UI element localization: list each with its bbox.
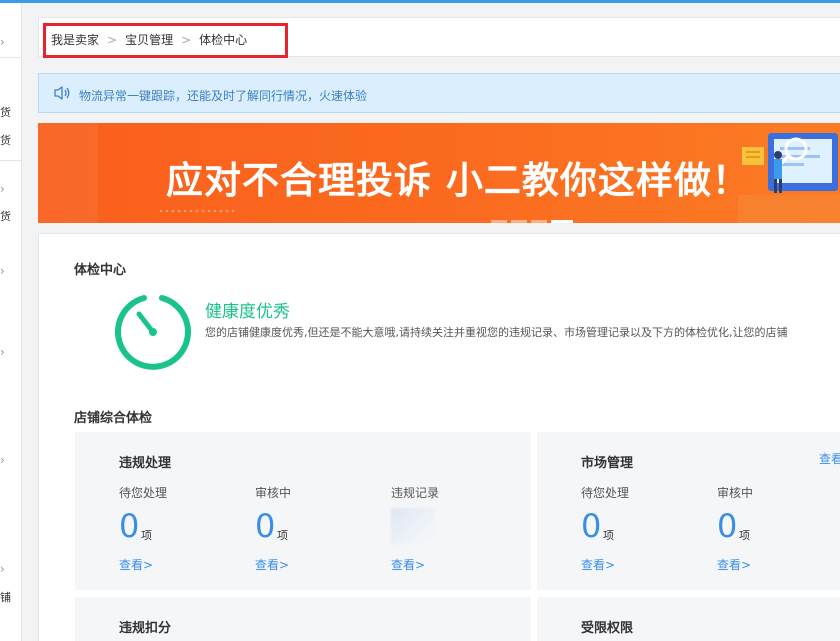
stat-label: 审核中: [717, 486, 754, 500]
market-panel: 市场管理 查看 待您处理 0 项 查看> 审核中 0 项 查看>: [537, 432, 840, 590]
promo-banner[interactable]: 应对不合理投诉 小二教你这样做！: [38, 123, 840, 223]
health-status: 健康度优秀: [205, 302, 290, 322]
slide-indicators: [491, 208, 577, 223]
violation-title: 违规处理: [119, 456, 172, 471]
violation-pending-stat: 待您处理 0 项 查看>: [119, 484, 168, 572]
slide-indicator[interactable]: [531, 220, 547, 223]
section-title-inspection: 店铺综合体检: [74, 411, 153, 426]
top-accent-line: [0, 0, 840, 3]
chevron-right-icon[interactable]: ›: [0, 346, 5, 358]
banner-dots-decoration: [158, 209, 236, 213]
sidebar-item-label[interactable]: 铺: [0, 592, 11, 604]
slide-indicator-active[interactable]: [551, 220, 573, 223]
chevron-right-icon[interactable]: ›: [0, 563, 5, 575]
chevron-right-icon[interactable]: ›: [0, 36, 5, 48]
stat-label: 违规记录: [391, 486, 440, 500]
banner-title: 应对不合理投诉 小二教你这样做！: [166, 159, 750, 202]
stat-value: 0: [581, 507, 602, 545]
chevron-right-icon[interactable]: ›: [0, 454, 5, 466]
market-view-link[interactable]: 查看: [819, 450, 840, 467]
market-pending-stat: 待您处理 0 项 查看>: [581, 484, 630, 572]
violation-record-stat: 违规记录 查看>: [391, 484, 440, 572]
sidebar-item-label[interactable]: 货: [0, 135, 11, 147]
restriction-title: 受限权限: [581, 621, 634, 636]
deduction-title: 违规扣分: [119, 621, 172, 636]
restriction-panel: 受限权限: [537, 597, 840, 641]
stat-value: 0: [717, 507, 738, 545]
banner-illustration: [738, 133, 840, 223]
health-description: 您的店铺健康度优秀,但还是不能大意哦,请持续关注并重视您的违规记录、市场管理记录…: [205, 326, 788, 339]
notice-bar[interactable]: 物流异常一键跟踪，还能及时了解同行情况，火速体验: [38, 73, 840, 113]
slide-indicator[interactable]: [491, 220, 507, 223]
blurred-value: [391, 508, 435, 544]
highlight-box: [43, 23, 288, 58]
health-check-card: 体检中心 健康度优秀 您的店铺健康度优秀,但还是不能大意哦,请持续关注并重视您的…: [38, 233, 840, 641]
violation-review-stat: 审核中 0 项 查看>: [255, 484, 292, 572]
violation-panel: 违规处理 待您处理 0 项 查看> 审核中 0 项 查看> 违规记录 查看>: [75, 432, 531, 590]
chevron-right-icon[interactable]: ›: [0, 183, 5, 195]
health-gauge-icon: [115, 295, 191, 370]
chevron-right-icon[interactable]: ›: [0, 265, 5, 277]
stat-label: 审核中: [255, 486, 292, 500]
deduction-panel: 违规扣分: [75, 597, 531, 641]
view-link[interactable]: 查看>: [581, 556, 615, 573]
view-link[interactable]: 查看>: [717, 556, 751, 573]
slide-indicator[interactable]: [511, 220, 527, 223]
view-link[interactable]: 查看>: [255, 556, 289, 573]
stat-label: 待您处理: [581, 486, 630, 500]
view-link[interactable]: 查看>: [391, 556, 425, 573]
sidebar-item-label[interactable]: 货: [0, 211, 11, 223]
market-review-stat: 审核中 0 项 查看>: [717, 484, 754, 572]
speaker-icon: [54, 86, 70, 100]
left-sidebar: › 货 货 › 货 › › › › 铺: [0, 3, 22, 641]
stat-unit: 项: [739, 529, 750, 542]
section-title-health: 体检中心: [74, 263, 127, 278]
market-title: 市场管理: [581, 456, 634, 471]
stat-value: 0: [119, 507, 140, 545]
stat-unit: 项: [603, 529, 614, 542]
stat-unit: 项: [277, 529, 288, 542]
notice-text[interactable]: 物流异常一键跟踪，还能及时了解同行情况，火速体验: [79, 87, 367, 104]
stat-value: 0: [255, 507, 276, 545]
stat-label: 待您处理: [119, 486, 168, 500]
sidebar-item-label[interactable]: 货: [0, 107, 11, 119]
stat-unit: 项: [141, 529, 152, 542]
view-link[interactable]: 查看>: [119, 556, 153, 573]
